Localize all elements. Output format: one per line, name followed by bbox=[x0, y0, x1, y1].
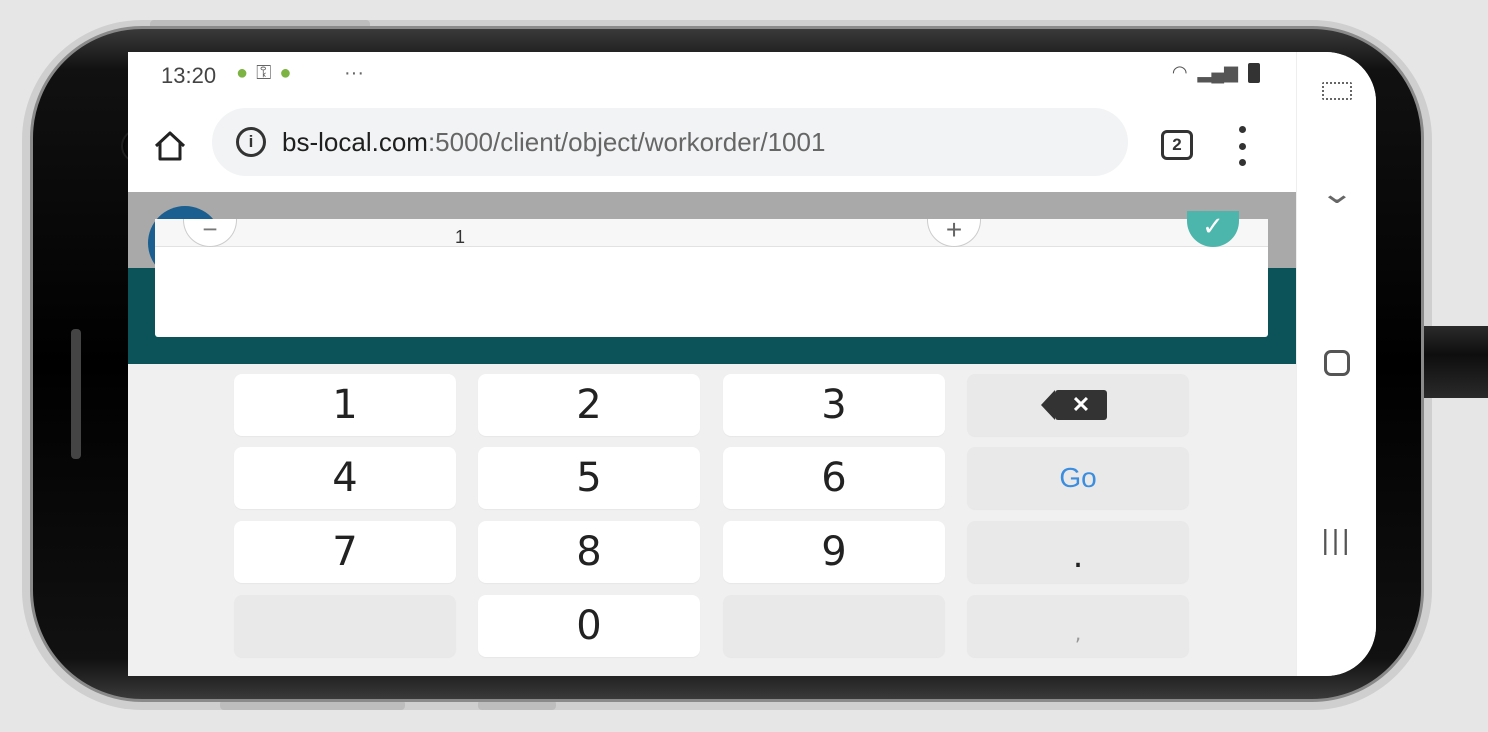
backspace-icon: ✕ bbox=[1041, 390, 1107, 420]
recents-icon[interactable]: ||| bbox=[1297, 524, 1376, 556]
url-bar[interactable]: i bs-local.com:5000/client/object/workor… bbox=[212, 108, 1128, 176]
android-icon: ● bbox=[236, 62, 257, 84]
signal-icon: ▂▄▆ bbox=[1197, 62, 1238, 82]
key-9[interactable]: 9 bbox=[723, 521, 945, 583]
comma-key[interactable]: , bbox=[967, 595, 1189, 657]
battery-icon bbox=[1248, 62, 1260, 83]
device-screen: 13:20 ●⚿● ··· ◠ ▂▄▆ i bs-local.com:5000/… bbox=[128, 52, 1376, 676]
notification-icons: ●⚿● bbox=[236, 62, 299, 85]
keyboard-icon[interactable] bbox=[1297, 82, 1376, 100]
key-0[interactable]: 0 bbox=[478, 595, 700, 657]
system-status-icons: ◠ ▂▄▆ bbox=[1172, 62, 1260, 83]
url-path: :5000/client/object/workorder/1001 bbox=[427, 126, 826, 157]
wifi-icon: ◠ bbox=[1171, 62, 1188, 82]
key-2[interactable]: 2 bbox=[478, 374, 700, 436]
blank-key bbox=[234, 595, 456, 657]
key-7[interactable]: 7 bbox=[234, 521, 456, 583]
go-key[interactable]: Go bbox=[967, 447, 1189, 509]
blank-key bbox=[723, 595, 945, 657]
info-icon[interactable]: i bbox=[236, 127, 266, 157]
power-button bbox=[71, 329, 81, 459]
quantity-editor: − 1 + ✓ bbox=[155, 211, 1268, 337]
decrement-button[interactable]: − bbox=[183, 216, 237, 247]
quantity-value[interactable]: 1 bbox=[455, 227, 465, 248]
key-icon: ⚿ bbox=[256, 62, 280, 84]
system-navigation-bar: ⌄ ||| bbox=[1296, 52, 1376, 676]
key-8[interactable]: 8 bbox=[478, 521, 700, 583]
url-host: bs-local.com bbox=[282, 126, 428, 157]
confirm-button[interactable]: ✓ bbox=[1187, 211, 1239, 247]
android-icon: ● bbox=[279, 62, 300, 84]
key-1[interactable]: 1 bbox=[234, 374, 456, 436]
tab-switcher-button[interactable]: 2 bbox=[1161, 130, 1193, 160]
key-6[interactable]: 6 bbox=[723, 447, 945, 509]
key-5[interactable]: 5 bbox=[478, 447, 700, 509]
overflow-menu-icon[interactable] bbox=[1236, 126, 1248, 166]
decimal-key[interactable]: . bbox=[967, 521, 1189, 583]
usb-cable bbox=[1424, 326, 1488, 398]
status-time: 13:20 bbox=[161, 63, 217, 88]
key-3[interactable]: 3 bbox=[723, 374, 945, 436]
home-icon[interactable] bbox=[152, 128, 188, 164]
quantity-strip: − 1 + ✓ bbox=[155, 211, 1268, 248]
browser-toolbar: i bs-local.com:5000/client/object/workor… bbox=[128, 98, 1296, 192]
home-button-icon[interactable] bbox=[1297, 350, 1376, 376]
status-bar: 13:20 ●⚿● ··· ◠ ▂▄▆ bbox=[128, 52, 1296, 98]
chevron-down-icon[interactable]: ⌄ bbox=[1281, 176, 1376, 211]
increment-button[interactable]: + bbox=[927, 216, 981, 247]
backspace-key[interactable]: ✕ bbox=[967, 374, 1189, 436]
more-notifications-icon: ··· bbox=[344, 62, 364, 84]
numeric-keypad: 1 2 3 ✕ 4 5 6 Go 7 8 9 . 0 , bbox=[128, 364, 1296, 676]
url-text[interactable]: bs-local.com:5000/client/object/workorde… bbox=[282, 127, 825, 158]
key-4[interactable]: 4 bbox=[234, 447, 456, 509]
